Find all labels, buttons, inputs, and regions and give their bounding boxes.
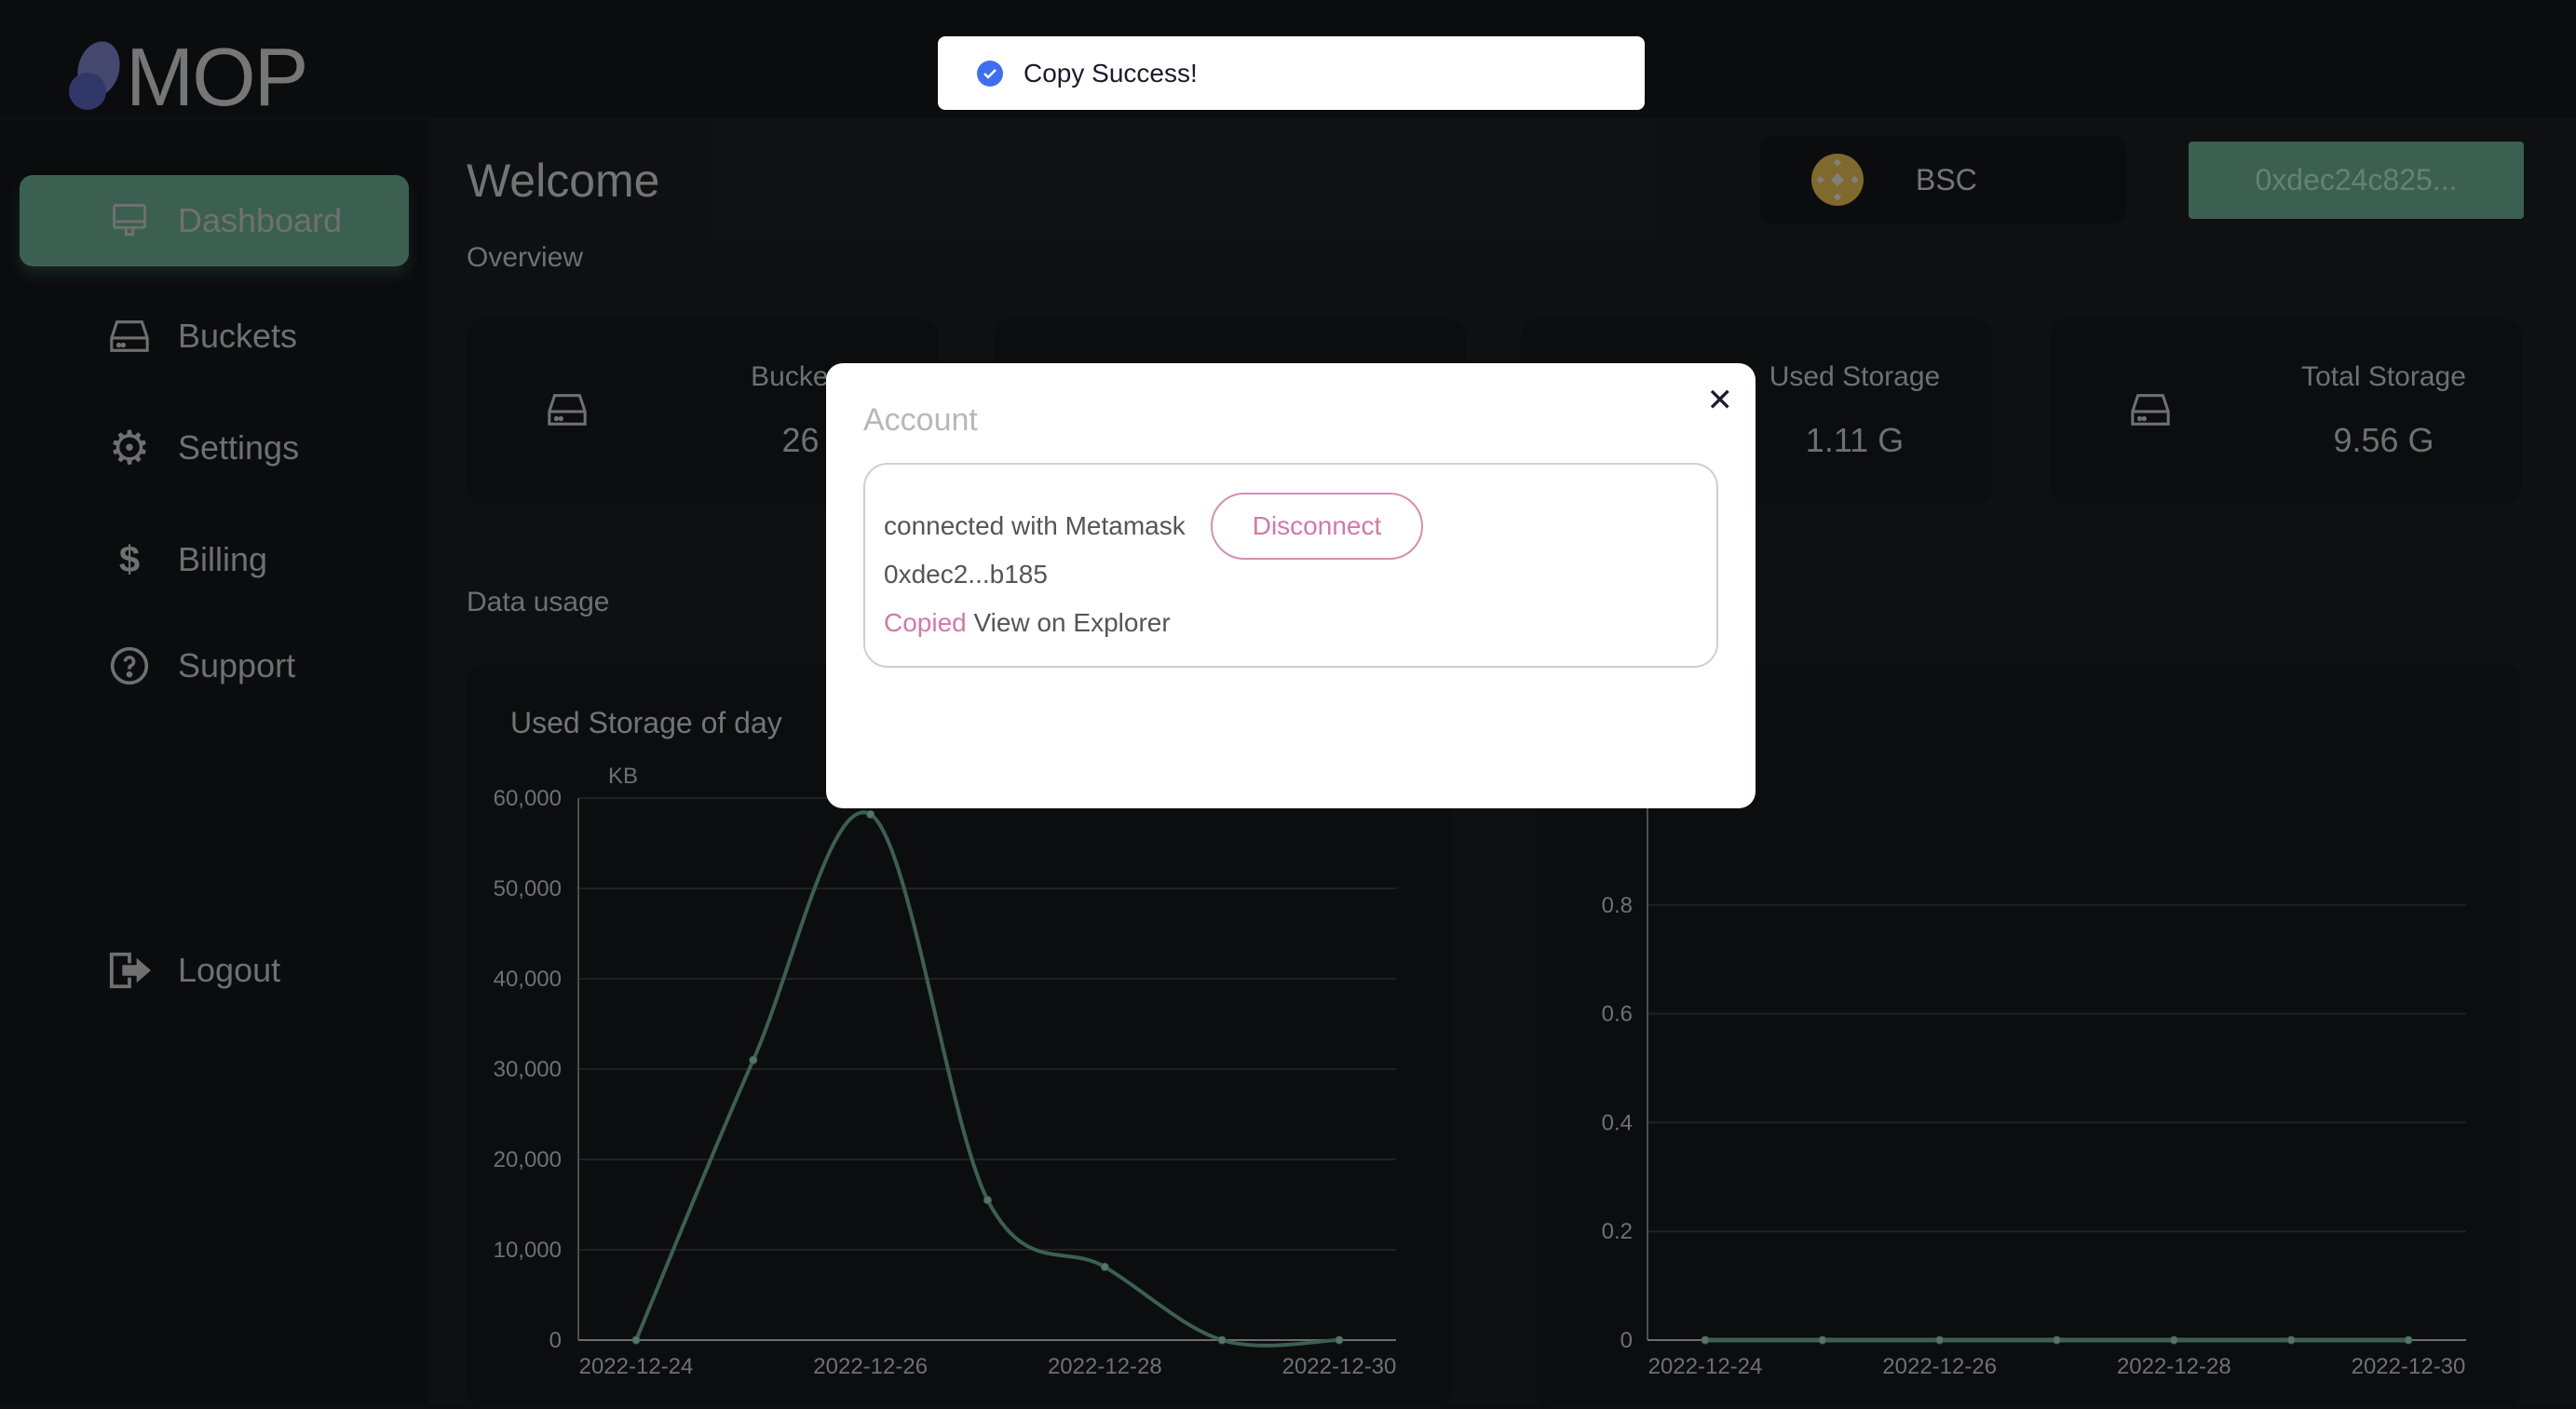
modal-title: Account bbox=[863, 402, 978, 438]
check-circle-icon bbox=[977, 60, 1003, 87]
connection-status: connected with Metamask bbox=[884, 511, 1186, 540]
toast-message: Copy Success! bbox=[1024, 58, 1198, 88]
toast-notification: Copy Success! bbox=[938, 36, 1645, 110]
account-modal: Account ✕ connected with Metamask Discon… bbox=[826, 363, 1756, 808]
account-box: connected with Metamask Disconnect 0xdec… bbox=[863, 463, 1718, 668]
disconnect-button[interactable]: Disconnect bbox=[1211, 493, 1423, 560]
view-on-explorer-link[interactable]: View on Explorer bbox=[974, 608, 1171, 637]
copied-label[interactable]: Copied bbox=[884, 608, 967, 637]
close-icon[interactable]: ✕ bbox=[1707, 382, 1734, 419]
account-address: 0xdec2...b185 bbox=[884, 560, 1048, 589]
